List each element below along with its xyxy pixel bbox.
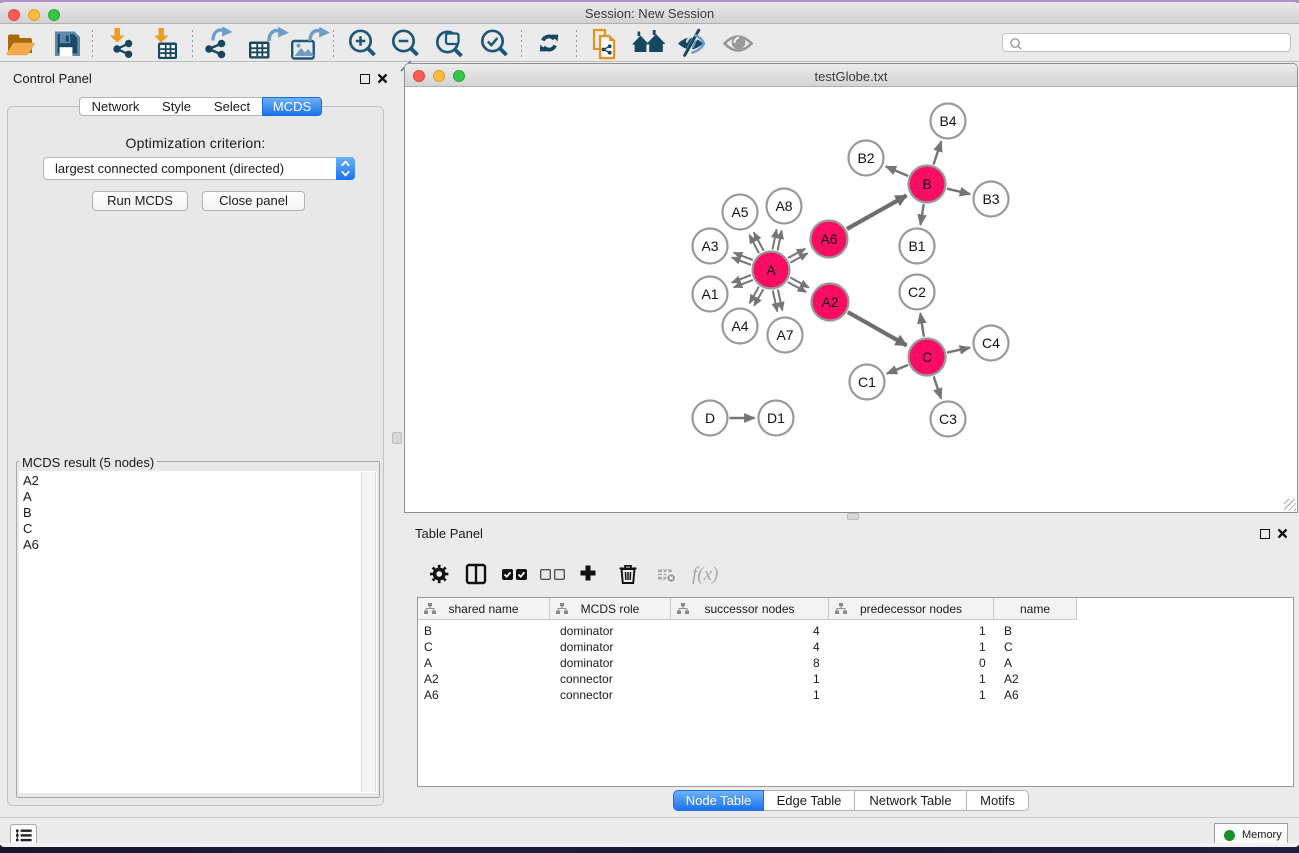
svg-text:C3: C3 — [939, 411, 957, 427]
svg-text:B1: B1 — [908, 238, 925, 254]
svg-text:A4: A4 — [731, 318, 748, 334]
svg-text:f(x): f(x) — [692, 564, 718, 585]
svg-text:C2: C2 — [908, 284, 926, 300]
svg-text:B: B — [922, 176, 931, 192]
svg-text:A5: A5 — [731, 204, 748, 220]
svg-text:B2: B2 — [857, 150, 874, 166]
svg-text:A1: A1 — [701, 286, 718, 302]
svg-text:A6: A6 — [820, 231, 837, 247]
svg-text:D1: D1 — [767, 410, 785, 426]
svg-text:A8: A8 — [775, 198, 792, 214]
svg-text:C4: C4 — [982, 335, 1000, 351]
svg-text:A2: A2 — [821, 294, 838, 310]
svg-text:A3: A3 — [701, 238, 718, 254]
svg-text:B3: B3 — [982, 191, 999, 207]
svg-text:D: D — [705, 410, 715, 426]
svg-text:B4: B4 — [939, 113, 956, 129]
svg-text:C1: C1 — [858, 374, 876, 390]
svg-text:A: A — [766, 262, 776, 278]
svg-text:C: C — [922, 349, 932, 365]
svg-text:A7: A7 — [776, 327, 793, 343]
